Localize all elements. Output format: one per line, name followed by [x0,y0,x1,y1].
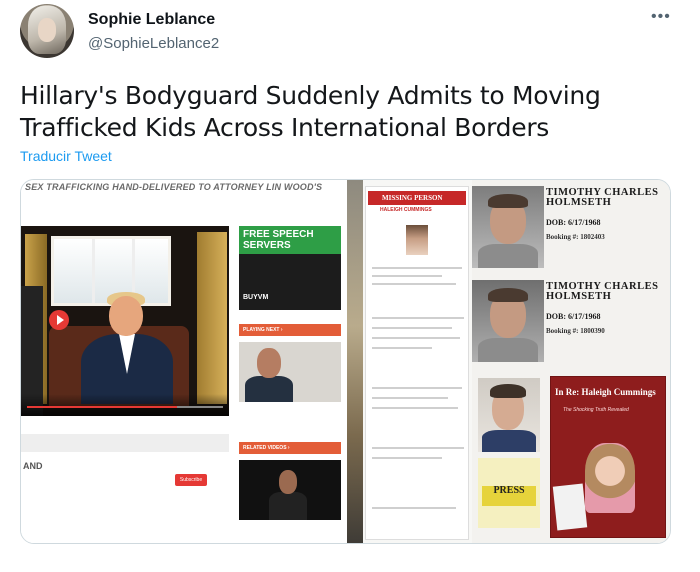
ad-logo: BUYVM [243,294,269,301]
thumb-face [257,348,281,378]
video-meta-row [21,416,229,430]
missing-person-name: HALEIGH CUMMINGS [380,207,432,213]
doc-line [372,387,462,389]
mugshot-hair [490,384,526,398]
section-label: AND [23,461,43,471]
video-progress-bar [27,406,223,408]
thumb-face [279,470,297,494]
mugshot-info-2: TIMOTHY CHARLES HOLMSETH DOB: 6/17/1968 … [546,281,664,335]
doc-line [372,275,442,277]
video-controls-bg [21,394,229,416]
mugshot-photo-2 [472,280,544,362]
book-photo [585,443,635,513]
mugshot-body [478,244,538,268]
mugshot-dob: DOB: 6/17/1968 [546,218,601,227]
book-document [552,483,588,531]
tweet-header: Sophie Leblance @SophieLeblance2 ••• [20,4,680,60]
ad-banner: FREE SPEECH SERVERS BUYVM [239,226,341,310]
curtain-right [197,232,227,404]
mugshot-panel: TIMOTHY CHARLES HOLMSETH DOB: 6/17/1968 … [472,180,670,543]
more-options-icon[interactable]: ••• [651,8,671,26]
tweet-text: Hillary's Bodyguard Suddenly Admits to M… [20,81,601,142]
page-banner: SEX TRAFFICKING HAND-DELIVERED TO ATTORN… [25,182,323,192]
related-videos-label: RELATED VIDEOS › [239,442,341,454]
book-cover: In Re: Haleigh Cummings The Shocking Tru… [550,376,666,538]
seated-man [81,292,173,406]
author-handle[interactable]: @SophieLeblance2 [88,35,219,52]
mugshot-booking: Booking #: 1800390 [546,327,605,335]
missing-person-document: MISSING PERSON HALEIGH CUMMINGS [365,186,469,540]
play-icon [49,310,69,330]
subscribe-button: Subscribe [175,474,207,486]
mugshot-hair [488,194,528,208]
divider-bar [21,434,229,452]
book-title: In Re: Haleigh Cummings [555,387,656,397]
doc-line [372,347,432,349]
mugshot-body [478,338,538,362]
tweet-media-image[interactable]: SEX TRAFFICKING HAND-DELIVERED TO ATTORN… [20,179,671,544]
avatar[interactable] [20,4,74,58]
mugshot-name: TIMOTHY CHARLES HOLMSETH [546,187,659,208]
doc-line [372,267,462,269]
photo-strip [347,180,363,543]
book-subtitle: The Shocking Truth Revealed [563,407,629,413]
press-pass: PRESS [478,458,540,528]
author-name[interactable]: Sophie Leblance [88,11,215,29]
mugshot-info-1: TIMOTHY CHARLES HOLMSETH DOB: 6/17/1968 … [546,187,664,241]
avatar-face [38,18,56,42]
missing-person-title: MISSING PERSON [368,191,466,205]
mugshot-dob: DOB: 6/17/1968 [546,312,601,321]
video-player [21,226,229,416]
doc-line [372,397,448,399]
thumb-body [269,492,307,520]
mugshot-hair [488,288,528,302]
missing-person-photo [406,225,428,255]
doc-line [372,407,458,409]
mugshot-name: TIMOTHY CHARLES HOLMSETH [546,281,659,302]
doc-line [372,283,456,285]
related-video-thumbnail [239,460,341,520]
thumb-body [245,376,293,402]
doc-line [372,337,460,339]
video-page-screenshot: SEX TRAFFICKING HAND-DELIVERED TO ATTORN… [21,180,347,543]
doc-line [372,507,456,509]
translate-tweet-link[interactable]: Traducir Tweet [20,148,112,164]
playing-next-label: PLAYING NEXT › [239,324,341,336]
ad-title: FREE SPEECH SERVERS [243,229,314,251]
doc-line [372,317,464,319]
mugshot-body [482,430,536,452]
doc-line [372,327,452,329]
mugshot-photo-1 [472,186,544,268]
press-label: PRESS [482,486,536,506]
document-panel: MISSING PERSON HALEIGH CUMMINGS [347,180,472,543]
mugshot-photo-3 [478,378,540,452]
next-video-thumbnail [239,342,341,402]
doc-line [372,447,464,449]
head [109,296,143,336]
doc-line [372,457,442,459]
mugshot-booking: Booking #: 1802403 [546,233,605,241]
